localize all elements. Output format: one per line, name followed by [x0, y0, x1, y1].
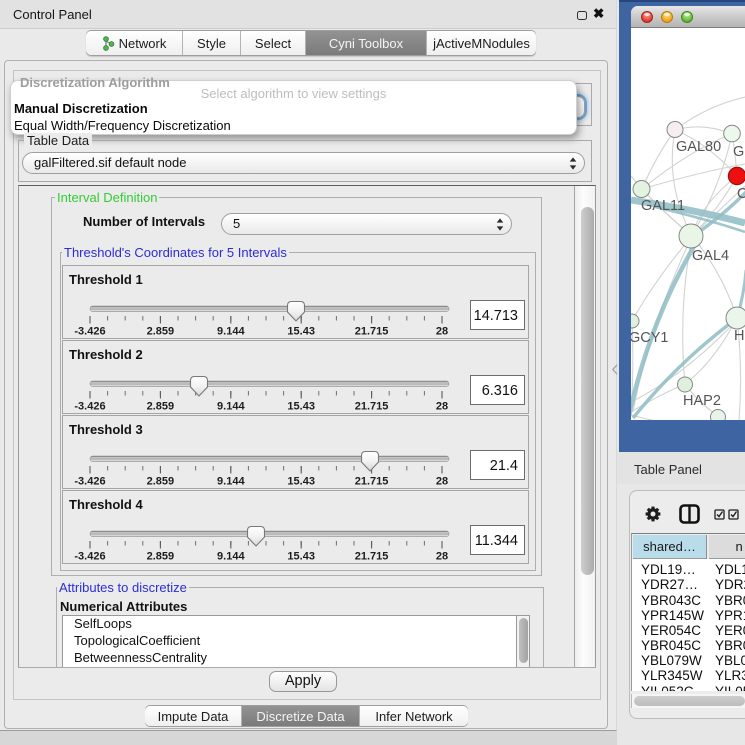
svg-text:21.715: 21.715 — [355, 476, 389, 488]
svg-text:G.: G. — [733, 144, 745, 160]
svg-text:-3.426: -3.426 — [74, 326, 105, 338]
svg-text:9.144: 9.144 — [217, 326, 245, 338]
svg-text:28: 28 — [436, 476, 448, 488]
svg-text:-3.426: -3.426 — [74, 551, 105, 563]
svg-text:-3.426: -3.426 — [74, 401, 105, 413]
svg-text:GAL80: GAL80 — [676, 139, 721, 155]
svg-text:15.43: 15.43 — [287, 401, 315, 413]
svg-text:21.715: 21.715 — [355, 551, 389, 563]
svg-text:15.43: 15.43 — [287, 476, 315, 488]
svg-text:2.859: 2.859 — [147, 326, 175, 338]
svg-text:9.144: 9.144 — [217, 401, 245, 413]
svg-text:HAP2: HAP2 — [683, 393, 721, 409]
svg-text:9.144: 9.144 — [217, 551, 245, 563]
svg-text:GCY1: GCY1 — [631, 330, 669, 346]
svg-text:H: H — [734, 328, 744, 344]
svg-text:C: C — [737, 186, 745, 202]
svg-text:28: 28 — [436, 326, 448, 338]
svg-text:21.715: 21.715 — [355, 326, 389, 338]
svg-text:21.715: 21.715 — [355, 401, 389, 413]
svg-text:15.43: 15.43 — [287, 551, 315, 563]
svg-text:28: 28 — [436, 401, 448, 413]
svg-text:9.144: 9.144 — [217, 476, 245, 488]
svg-text:28: 28 — [436, 551, 448, 563]
svg-text:GAL4: GAL4 — [692, 248, 729, 264]
svg-text:2.859: 2.859 — [147, 551, 175, 563]
svg-text:-3.426: -3.426 — [74, 476, 105, 488]
svg-text:GAL11: GAL11 — [641, 198, 685, 214]
svg-text:15.43: 15.43 — [287, 326, 315, 338]
svg-text:2.859: 2.859 — [147, 401, 175, 413]
svg-text:2.859: 2.859 — [147, 476, 175, 488]
